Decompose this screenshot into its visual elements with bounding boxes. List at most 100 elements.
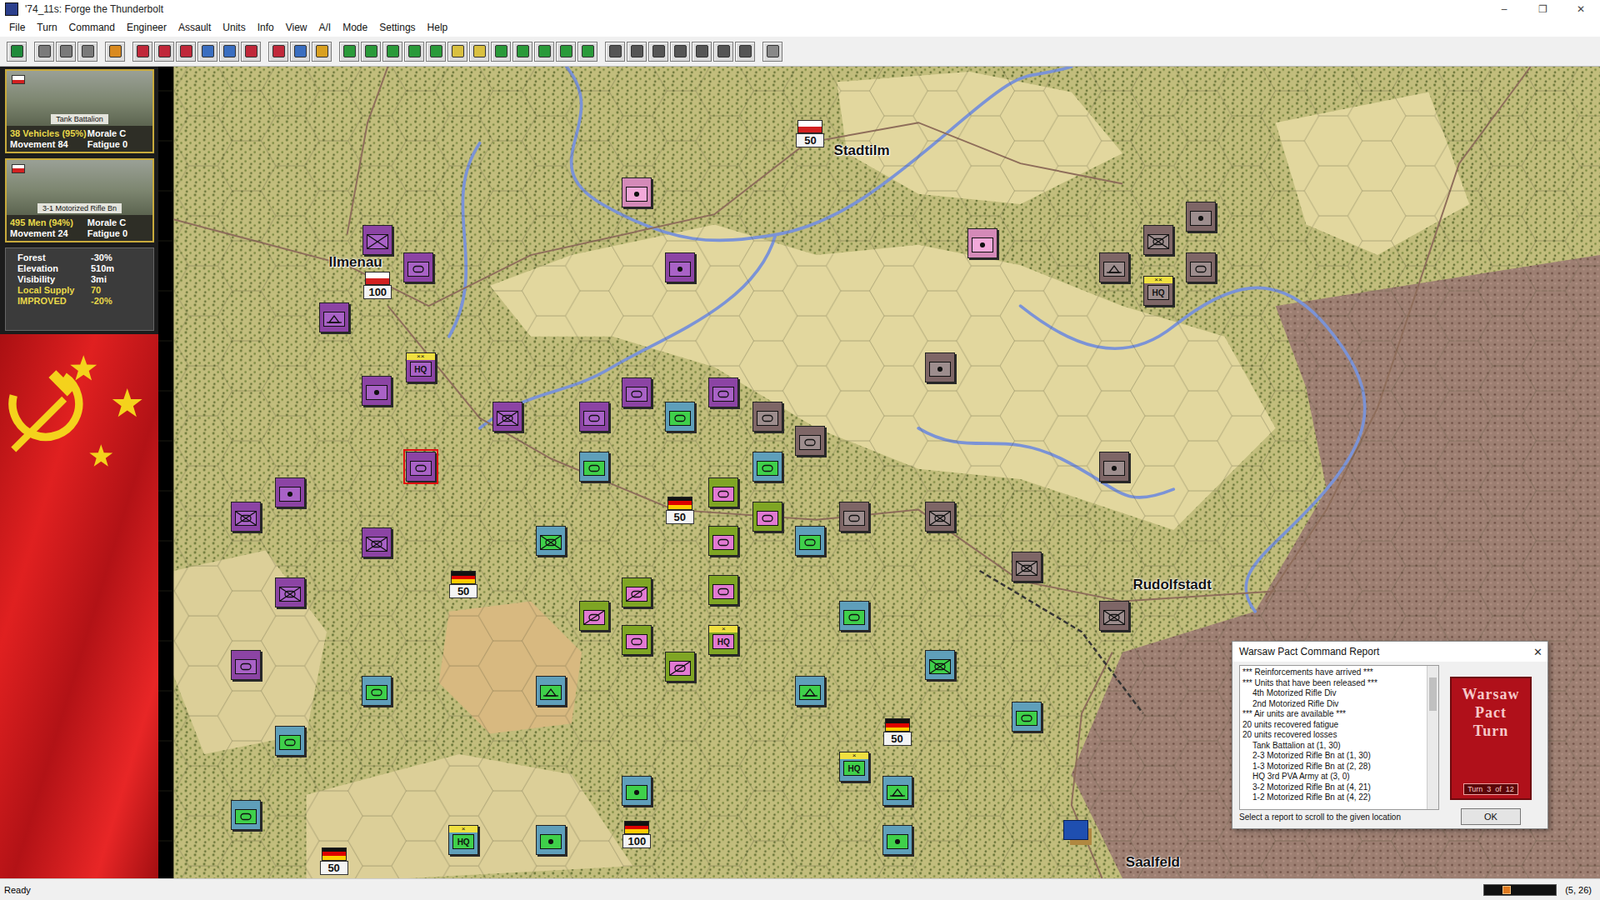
unit-counter[interactable] <box>752 401 783 432</box>
unit-counter[interactable] <box>579 401 610 432</box>
toolbar-button[interactable] <box>290 41 310 62</box>
unit-counter[interactable] <box>405 451 436 482</box>
unit-counter[interactable] <box>1099 600 1130 631</box>
window-control[interactable]: ❐ <box>1523 0 1562 19</box>
unit-counter[interactable] <box>665 252 695 283</box>
toolbar-button[interactable] <box>555 41 576 62</box>
scrollbar[interactable] <box>1426 665 1439 810</box>
unit-counter[interactable] <box>708 525 739 556</box>
objective-marker[interactable]: 100 <box>621 820 652 849</box>
menu-item[interactable]: Units <box>216 21 251 34</box>
objective-marker[interactable]: 50 <box>665 496 695 525</box>
unit-counter[interactable] <box>230 501 261 532</box>
report-line[interactable]: 20 units recovered fatigue <box>1242 720 1425 731</box>
unit-counter[interactable] <box>1185 201 1216 232</box>
report-line[interactable]: 2-3 Motorized Rifle Bn at (1, 30) <box>1242 750 1425 762</box>
menu-item[interactable]: Mode <box>336 21 374 34</box>
report-line[interactable]: 20 units recovered losses <box>1242 730 1425 741</box>
unit-counter[interactable] <box>839 600 870 631</box>
menu-item[interactable]: View <box>280 21 314 34</box>
objective-marker[interactable]: 50 <box>448 570 479 599</box>
hex-map[interactable]: StadtilmIlmenauRudolfstadtSaalfeld 50 10… <box>158 66 1600 879</box>
unit-counter[interactable] <box>925 352 955 383</box>
report-list[interactable]: *** Reinforcements have arrived ****** U… <box>1239 665 1440 810</box>
unit-counter[interactable] <box>665 651 695 682</box>
toolbar-button[interactable] <box>735 41 755 62</box>
unit-counter[interactable] <box>579 600 610 631</box>
toolbar-button[interactable] <box>77 41 98 62</box>
report-line[interactable]: Tank Battalion at (1, 30) <box>1242 740 1425 752</box>
unit-counter[interactable]: ×× HQ <box>405 352 436 383</box>
report-line[interactable]: 1-3 Motorized Rifle Bn at (2, 28) <box>1242 761 1425 773</box>
toolbar-button[interactable] <box>691 41 712 62</box>
menu-item[interactable]: Settings <box>373 21 421 34</box>
unit-counter[interactable]: ×× HQ <box>1143 275 1174 306</box>
unit-counter[interactable] <box>275 477 305 508</box>
toolbar-button[interactable] <box>534 41 555 62</box>
toolbar-button[interactable] <box>605 41 625 62</box>
toolbar-button[interactable] <box>240 41 261 62</box>
unit-counter[interactable] <box>362 225 393 255</box>
toolbar-button[interactable] <box>175 41 196 62</box>
close-button[interactable]: ✕ <box>1533 645 1543 659</box>
unit-counter[interactable] <box>275 577 305 608</box>
unit-counter[interactable] <box>621 775 652 806</box>
unit-counter[interactable] <box>492 401 523 432</box>
unit-counter[interactable] <box>795 525 825 556</box>
unit-counter[interactable] <box>535 825 566 855</box>
menu-item[interactable]: Engineer <box>120 21 173 34</box>
unit-counter[interactable]: × HQ <box>708 625 739 655</box>
toolbar-button[interactable] <box>382 41 403 62</box>
menu-item[interactable]: Turn <box>30 21 63 34</box>
unit-counter[interactable] <box>403 252 434 283</box>
unit-counter[interactable] <box>1185 252 1216 283</box>
toolbar-button[interactable] <box>713 41 734 62</box>
toolbar-button[interactable] <box>154 41 175 62</box>
unit-counter[interactable] <box>535 675 566 706</box>
unit-counter[interactable] <box>230 650 261 680</box>
menu-item[interactable]: File <box>3 21 31 34</box>
objective-marker[interactable]: 50 <box>882 718 913 746</box>
unit-counter[interactable] <box>621 577 652 608</box>
toolbar-button[interactable] <box>670 41 690 62</box>
report-line[interactable]: 3-2 Motorized Rifle Bn at (4, 21) <box>1242 782 1425 794</box>
report-line[interactable]: *** Reinforcements have arrived *** <box>1242 667 1425 679</box>
unit-counter[interactable] <box>579 451 610 482</box>
window-control[interactable]: – <box>1485 0 1524 19</box>
unit-counter[interactable] <box>319 302 350 333</box>
toolbar-button[interactable] <box>197 41 218 62</box>
report-line[interactable]: *** Units that have been released *** <box>1242 678 1425 690</box>
unit-counter[interactable]: × HQ <box>839 751 870 782</box>
toolbar-button[interactable] <box>311 41 332 62</box>
unit-counter[interactable] <box>967 228 998 259</box>
unit-counter[interactable] <box>621 377 652 408</box>
toolbar-button[interactable] <box>268 41 289 62</box>
report-line[interactable]: 1-2 Motorized Rifle Bn at (4, 22) <box>1242 792 1425 804</box>
toolbar-button[interactable] <box>55 41 76 62</box>
report-line[interactable]: 4th Motorized Rifle Div <box>1242 688 1425 700</box>
menu-item[interactable]: Assault <box>172 21 217 34</box>
report-line[interactable]: HQ 3rd PVA Army at (3, 0) <box>1242 771 1425 783</box>
unit-counter[interactable] <box>882 825 913 855</box>
ok-button[interactable]: OK <box>1460 808 1521 825</box>
toolbar-button[interactable] <box>577 41 598 62</box>
unit-counter[interactable] <box>621 625 652 655</box>
toolbar-button[interactable] <box>626 41 647 62</box>
toolbar-button[interactable] <box>132 41 153 62</box>
unit-counter[interactable] <box>925 501 955 532</box>
toolbar-button[interactable] <box>762 41 783 62</box>
menu-item[interactable]: A/I <box>313 21 338 34</box>
unit-counter[interactable] <box>361 375 392 406</box>
unit-counter[interactable] <box>752 451 783 482</box>
unit-counter[interactable] <box>752 501 783 532</box>
unit-counter[interactable] <box>535 525 566 556</box>
unit-counter[interactable] <box>361 527 392 558</box>
menu-item[interactable]: Help <box>421 21 455 34</box>
unit-counter[interactable] <box>621 177 652 208</box>
unit-counter[interactable] <box>708 377 739 408</box>
toolbar-button[interactable] <box>648 41 669 62</box>
toolbar-button[interactable] <box>6 41 27 62</box>
objective-marker[interactable]: 50 <box>319 847 350 875</box>
unit-counter[interactable] <box>882 775 913 806</box>
unit-counter[interactable] <box>1011 701 1042 732</box>
